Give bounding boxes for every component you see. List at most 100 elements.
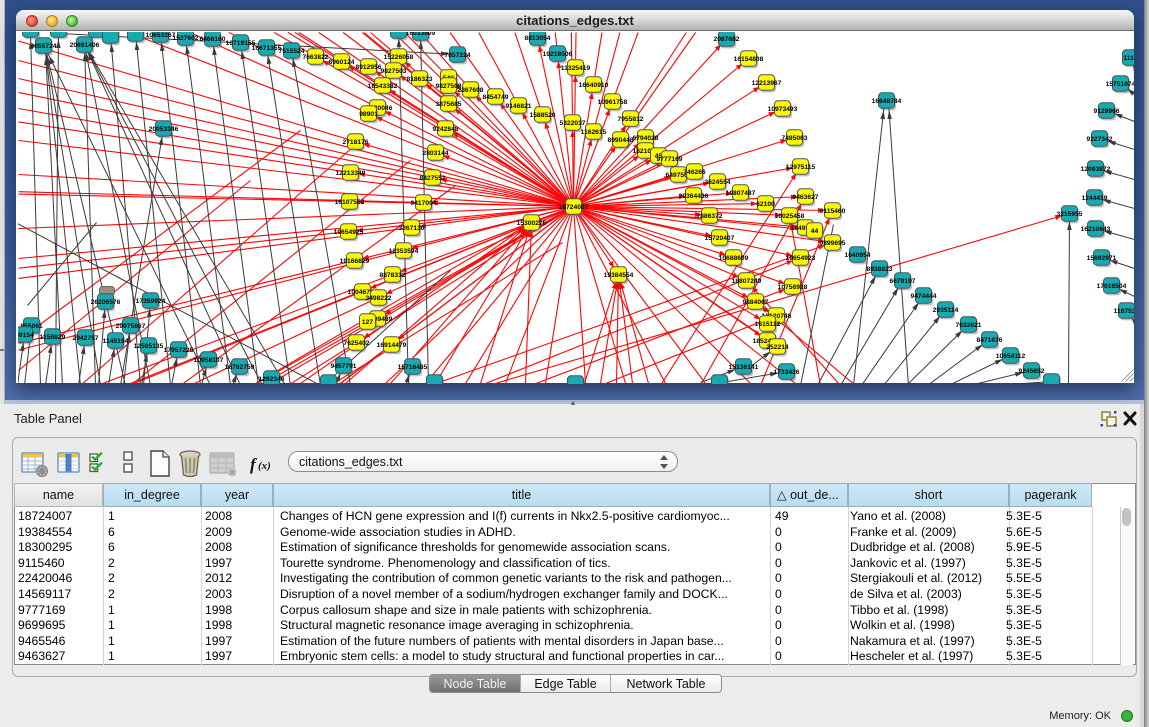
svg-text:2942757: 2942757 <box>72 334 98 341</box>
svg-text:19218506: 19218506 <box>542 50 572 57</box>
svg-text:1156829: 1156829 <box>39 333 65 340</box>
svg-text:f: f <box>250 455 258 474</box>
svg-text:18807249: 18807249 <box>731 277 761 284</box>
svg-text:9242848: 9242848 <box>432 125 458 132</box>
svg-text:2803144: 2803144 <box>422 149 448 156</box>
svg-text:7886372: 7886372 <box>696 212 722 219</box>
svg-text:98901: 98901 <box>359 110 378 117</box>
svg-text:16648784: 16648784 <box>871 97 901 104</box>
svg-text:9146821: 9146821 <box>505 102 531 109</box>
svg-text:8454749: 8454749 <box>482 93 508 100</box>
svg-text:8813054: 8813054 <box>524 34 550 41</box>
svg-text:11325419: 11325419 <box>560 64 590 71</box>
svg-text:15720407: 15720407 <box>704 234 734 241</box>
svg-text:9899695: 9899695 <box>819 239 845 246</box>
svg-text:2367608: 2367608 <box>457 86 483 93</box>
svg-text:12353594: 12353594 <box>388 247 418 254</box>
svg-text:7955812: 7955812 <box>617 115 643 122</box>
svg-text:12213349: 12213349 <box>335 169 365 176</box>
svg-text:9777169: 9777169 <box>656 155 682 162</box>
svg-text:9129966: 9129966 <box>1093 107 1119 114</box>
svg-text:16107552: 16107552 <box>334 198 364 205</box>
svg-text:19166829: 19166829 <box>339 257 369 264</box>
svg-text:9827503: 9827503 <box>380 67 406 74</box>
svg-text:1292346: 1292346 <box>258 375 284 382</box>
svg-text:8990448: 8990448 <box>607 136 633 143</box>
svg-text:62100: 62100 <box>756 200 775 207</box>
svg-text:8960124: 8960124 <box>328 58 354 65</box>
svg-text:5322037: 5322037 <box>559 119 585 126</box>
svg-text:7625402: 7625402 <box>343 339 369 346</box>
svg-text:252214: 252214 <box>766 343 789 350</box>
svg-text:1244419: 1244419 <box>1081 194 1107 201</box>
svg-text:16154808: 16154808 <box>733 55 763 62</box>
svg-text:17359924: 17359924 <box>135 297 165 304</box>
svg-text:19384554: 19384554 <box>603 271 633 278</box>
svg-text:12505135: 12505135 <box>133 342 163 349</box>
svg-text:10688609: 10688609 <box>718 254 748 261</box>
svg-text:29975867: 29975867 <box>115 322 145 329</box>
svg-text:8186323: 8186323 <box>406 75 432 82</box>
svg-text:17957225: 17957225 <box>163 346 193 353</box>
svg-text:3267130: 3267130 <box>398 224 424 231</box>
svg-text:16782759: 16782759 <box>224 363 254 370</box>
svg-text:9463627: 9463627 <box>792 193 818 200</box>
svg-text:8427552: 8427552 <box>419 174 445 181</box>
svg-text:20691406: 20691406 <box>69 41 99 48</box>
svg-text:15751074: 15751074 <box>1105 80 1133 87</box>
svg-text:7632621: 7632621 <box>955 321 981 328</box>
svg-text:3215955: 3215955 <box>1056 210 1082 217</box>
svg-text:12213967: 12213967 <box>751 79 781 86</box>
svg-text:7663822: 7663822 <box>302 53 328 60</box>
svg-text:8878332: 8878332 <box>379 271 405 278</box>
svg-text:9417004: 9417004 <box>410 199 436 206</box>
svg-text:6466160: 6466160 <box>199 35 225 42</box>
svg-text:8912956: 8912956 <box>355 63 381 70</box>
svg-text:9115460: 9115460 <box>819 207 845 214</box>
svg-text:12975115: 12975115 <box>785 163 815 170</box>
svg-text:8938923: 8938923 <box>866 265 892 272</box>
svg-text:20364436: 20364436 <box>678 192 708 199</box>
svg-text:15716485: 15716485 <box>397 363 427 370</box>
svg-text:9457791: 9457791 <box>330 362 356 369</box>
svg-text:10958107: 10958107 <box>193 356 223 363</box>
svg-text:15226058: 15226058 <box>383 53 413 60</box>
svg-text:19654923: 19654923 <box>785 254 815 261</box>
svg-text:10025458: 10025458 <box>774 212 804 219</box>
svg-text:15692971: 15692971 <box>1086 254 1116 261</box>
svg-text:1615112: 1615112 <box>754 320 780 327</box>
svg-text:127: 127 <box>361 318 372 325</box>
svg-text:18724007: 18724007 <box>558 203 588 210</box>
svg-text:10653267: 10653267 <box>145 32 175 39</box>
svg-text:1112: 1112 <box>1123 54 1134 61</box>
svg-text:746266: 746266 <box>683 168 706 175</box>
svg-text:6794028: 6794028 <box>632 134 658 141</box>
svg-text:9474444: 9474444 <box>910 292 936 299</box>
svg-text:9245652: 9245652 <box>1018 367 1044 374</box>
svg-text:1167531: 1167531 <box>1113 307 1133 314</box>
svg-text:7857224: 7857224 <box>444 51 470 58</box>
svg-text:16640910: 16640910 <box>578 81 608 88</box>
svg-text:1640954: 1640954 <box>844 251 870 258</box>
svg-text:2718176: 2718176 <box>342 138 368 145</box>
svg-text:26206576: 26206576 <box>90 298 120 305</box>
svg-text:16914479: 16914479 <box>376 341 406 348</box>
svg-text:1733426: 1733426 <box>773 368 799 375</box>
svg-text:10756928: 10756928 <box>777 283 807 290</box>
svg-text:16033809: 16033809 <box>405 32 435 37</box>
svg-text:16210643: 16210643 <box>1080 225 1110 232</box>
svg-text:4055724: 4055724 <box>30 42 56 49</box>
svg-text:20053346: 20053346 <box>148 125 178 132</box>
svg-text:8471676: 8471676 <box>976 336 1002 343</box>
svg-text:10961758: 10961758 <box>597 98 627 105</box>
svg-text:9884067: 9884067 <box>742 298 768 305</box>
svg-text:10807487: 10807487 <box>725 189 755 196</box>
svg-text:44: 44 <box>810 227 818 234</box>
svg-text:6679197: 6679197 <box>889 277 915 284</box>
svg-text:1588520: 1588520 <box>529 111 555 118</box>
svg-text:1145194: 1145194 <box>102 337 128 344</box>
svg-text:2935114: 2935114 <box>932 306 958 313</box>
svg-text:10973493: 10973493 <box>767 105 797 112</box>
svg-text:19654925: 19654925 <box>333 228 363 235</box>
svg-text:7515524: 7515524 <box>278 47 304 54</box>
